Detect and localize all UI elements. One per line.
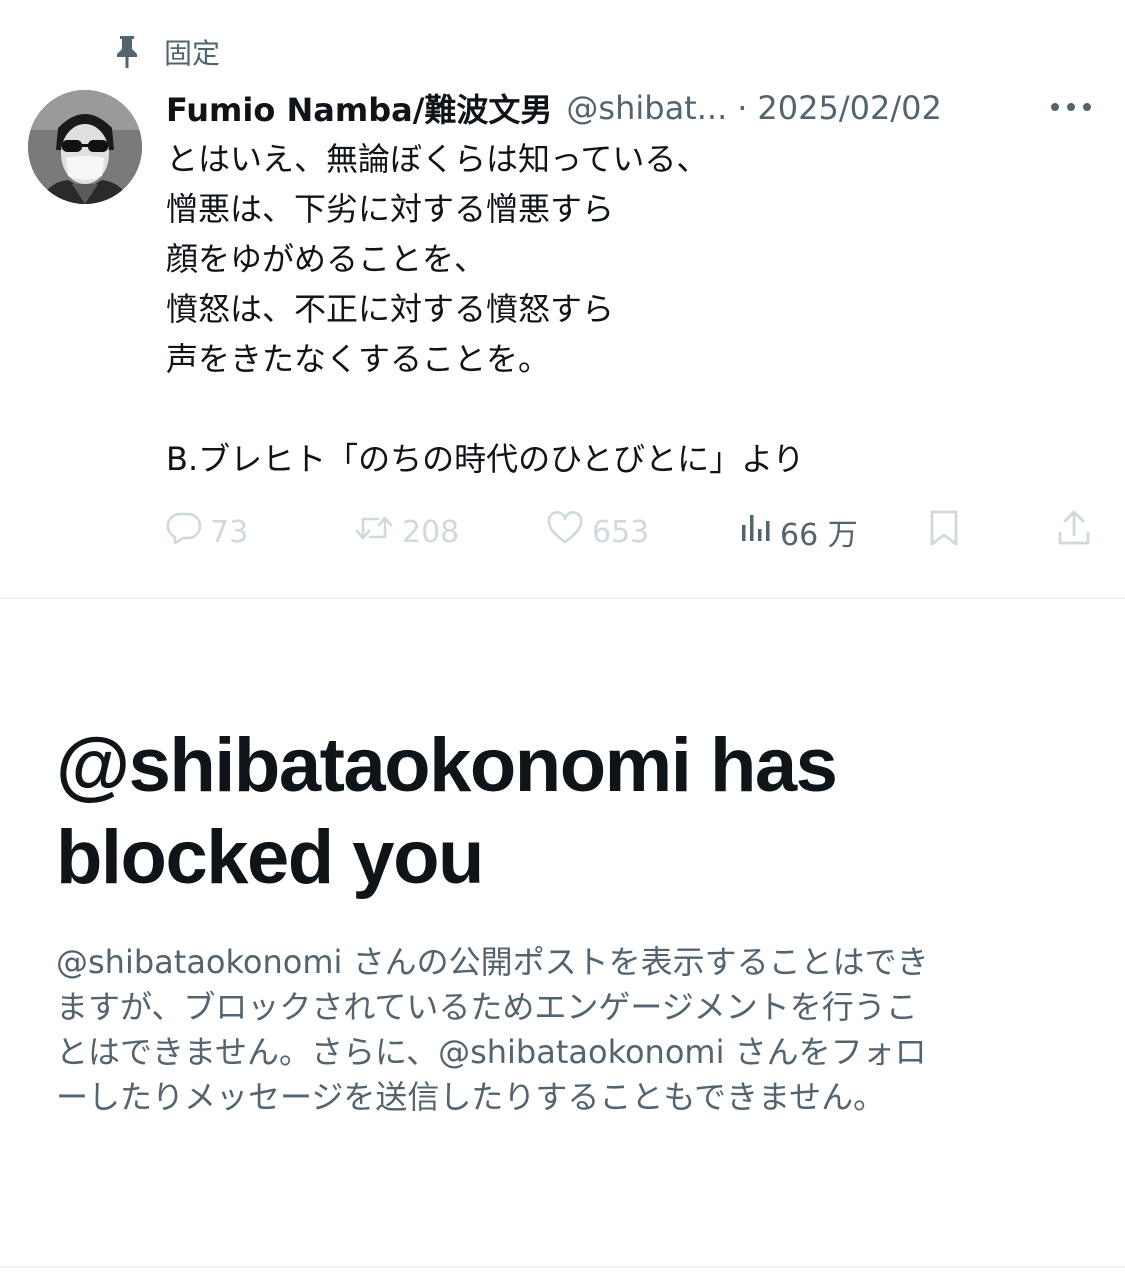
blocked-title: @shibataokonomi has blocked you — [56, 720, 1076, 904]
share-button[interactable] — [1056, 508, 1100, 556]
views-button[interactable]: 66 万 — [738, 508, 858, 556]
reply-icon — [166, 511, 210, 553]
tweet-text-line: とはいえ、無論ぼくらは知っている、 — [166, 140, 709, 178]
blocked-title-line: @shibataokonomi has — [56, 723, 838, 808]
blocked-description-line: とはできません。さらに、@shibataokonomi さんをフォロ — [56, 1033, 927, 1071]
section-divider — [0, 597, 1125, 599]
heart-icon — [546, 511, 592, 553]
tweet-date[interactable]: 2025/02/02 — [757, 89, 941, 127]
separator-dot: · — [737, 89, 748, 127]
more-dots-icon[interactable] — [1046, 92, 1096, 122]
retweet-count: 208 — [402, 514, 460, 550]
bottom-divider — [0, 1266, 1125, 1268]
user-avatar[interactable] — [28, 90, 142, 204]
tweet-actions: 73 208 653 66 万 — [166, 508, 1096, 556]
bookmark-icon — [928, 509, 968, 555]
views-count: 66 万 — [780, 518, 858, 553]
tweet-text-line: 顔をゆがめることを、 — [166, 240, 487, 278]
tweet-header: Fumio Namba/難波文男 @shibat... · 2025/02/02 — [166, 84, 1046, 132]
tweet-text: とはいえ、無論ぼくらは知っている、 憎悪は、下劣に対する憎悪すら 顔をゆがめるこ… — [166, 134, 1066, 484]
like-button[interactable]: 653 — [546, 508, 649, 556]
display-name[interactable]: Fumio Namba/難波文男 — [166, 85, 552, 131]
blocked-description-line: ますが、ブロックされているためエンゲージメントを行うこ — [56, 988, 918, 1026]
pinned-indicator: 固定 — [112, 30, 220, 74]
tweet-text-line: 声をきたなくすることを。 — [166, 340, 551, 378]
pin-icon — [112, 32, 142, 72]
analytics-icon — [738, 511, 780, 553]
tweet-text-line: 憤怒は、不正に対する憤怒すら — [166, 290, 615, 328]
blocked-title-line: blocked you — [56, 815, 484, 900]
tweet-text-line: 憎悪は、下劣に対する憎悪すら — [166, 190, 615, 228]
retweet-button[interactable]: 208 — [354, 508, 459, 556]
blocked-description-line: ーしたりメッセージを送信したりすることもできません。 — [56, 1078, 886, 1116]
share-icon — [1056, 509, 1100, 555]
pinned-label: 固定 — [164, 37, 221, 70]
reply-button[interactable]: 73 — [166, 508, 248, 556]
bookmark-button[interactable] — [928, 508, 968, 556]
tweet-text-line — [166, 384, 1066, 434]
reply-count: 73 — [210, 514, 249, 550]
tweet-text-line: B.ブレヒト「のちの時代のひとびとに」より — [166, 440, 805, 478]
blocked-description: @shibataokonomi さんの公開ポストを表示することはでき ますが、ブ… — [56, 940, 1066, 1120]
retweet-icon — [354, 511, 402, 553]
like-count: 653 — [592, 514, 650, 550]
user-handle[interactable]: @shibat... — [566, 89, 727, 127]
blocked-description-line: @shibataokonomi さんの公開ポストを表示することはでき — [56, 943, 929, 981]
